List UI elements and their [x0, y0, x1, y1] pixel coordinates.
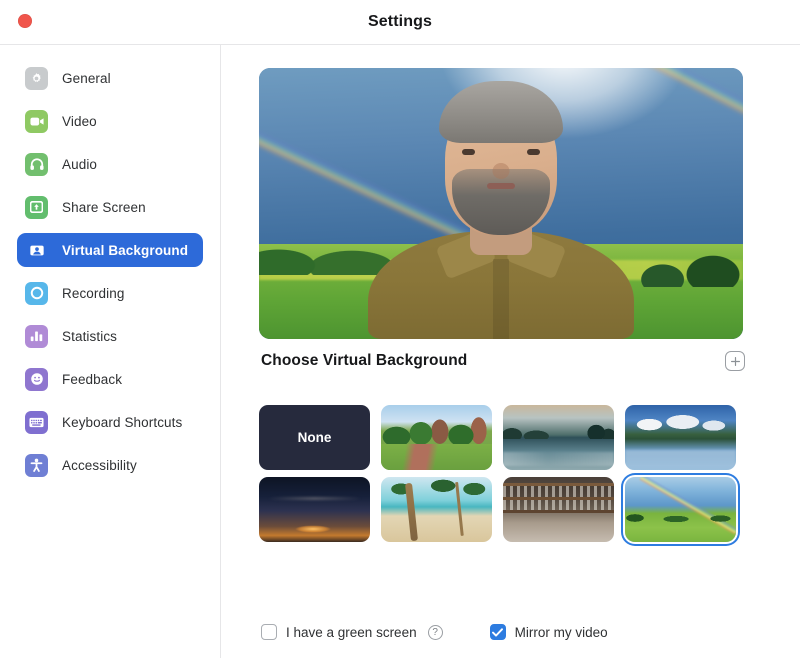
section-header: Choose Virtual Background	[261, 351, 745, 371]
sidebar-item-video[interactable]: Video	[17, 104, 203, 138]
green-screen-checkbox[interactable]	[261, 624, 277, 640]
sidebar-item-label: Keyboard Shortcuts	[62, 414, 183, 430]
plus-icon	[730, 356, 740, 366]
green-screen-option[interactable]: I have a green screen ?	[261, 624, 443, 640]
person-eye-left	[462, 149, 475, 155]
video-preview[interactable]	[259, 68, 743, 339]
green-screen-help-icon[interactable]: ?	[427, 624, 443, 640]
settings-window: Settings General Video Audio Share Screen Vi…	[0, 0, 800, 658]
sidebar-item-label: Share Screen	[62, 199, 146, 215]
sidebar-item-share-screen[interactable]: Share Screen	[17, 190, 203, 224]
sidebar-item-audio[interactable]: Audio	[17, 147, 203, 181]
mirror-video-option[interactable]: Mirror my video	[489, 624, 608, 640]
options-footer: I have a green screen ? Mirror my video	[261, 624, 761, 640]
window-body: General Video Audio Share Screen Virtual Bac…	[0, 44, 800, 658]
video-camera-icon	[25, 109, 48, 133]
preview-trees-right	[629, 225, 743, 287]
sidebar-item-keyboard-shortcuts[interactable]: Keyboard Shortcuts	[17, 405, 203, 439]
feedback-icon	[25, 367, 48, 391]
close-window-button[interactable]	[18, 14, 32, 28]
statistics-icon	[25, 324, 48, 348]
gear-icon	[25, 66, 48, 90]
sidebar-item-label: General	[62, 70, 111, 86]
virtual-background-grid: None	[259, 405, 751, 542]
background-thumbnail-campus[interactable]	[381, 405, 492, 470]
add-background-button[interactable]	[725, 351, 745, 371]
background-thumbnail-rainbow[interactable]	[625, 477, 736, 542]
sidebar-item-label: Statistics	[62, 328, 118, 344]
background-thumbnail-lake[interactable]	[503, 405, 614, 470]
background-thumbnail-beach[interactable]	[381, 477, 492, 542]
virtual-background-icon	[25, 239, 48, 262]
background-thumbnail-bar[interactable]	[503, 477, 614, 542]
mirror-video-label: Mirror my video	[514, 624, 608, 640]
keyboard-icon	[25, 410, 48, 434]
headphones-icon	[25, 152, 48, 176]
window-title: Settings	[368, 13, 432, 30]
sidebar-item-virtual-background[interactable]: Virtual Background	[17, 233, 203, 267]
person-shirt-placket	[493, 259, 509, 339]
title-bar: Settings	[0, 0, 800, 44]
accessibility-icon	[25, 453, 48, 477]
sidebar-item-label: Recording	[62, 285, 125, 301]
sidebar-item-recording[interactable]: Recording	[17, 276, 203, 310]
mirror-video-checkbox[interactable]	[489, 624, 506, 640]
background-thumbnail-dusk[interactable]	[259, 477, 370, 542]
preview-person	[368, 81, 634, 339]
sidebar-item-label: Accessibility	[62, 457, 137, 473]
sidebar-item-general[interactable]: General	[17, 61, 203, 95]
person-nose	[492, 163, 510, 179]
sidebar-item-label: Audio	[62, 156, 98, 172]
sidebar-item-feedback[interactable]: Feedback	[17, 362, 203, 396]
background-thumbnail-none[interactable]: None	[259, 405, 370, 470]
sidebar-item-label: Virtual Background	[62, 242, 189, 258]
section-title: Choose Virtual Background	[261, 352, 468, 369]
person-mouth	[487, 183, 515, 189]
settings-sidebar: General Video Audio Share Screen Virtual Bac…	[0, 44, 221, 658]
sidebar-item-label: Video	[62, 113, 97, 129]
person-eye-right	[527, 149, 540, 155]
sidebar-item-statistics[interactable]: Statistics	[17, 319, 203, 353]
virtual-background-panel: Choose Virtual Background None I have a …	[221, 44, 800, 658]
background-thumbnail-clouds[interactable]	[625, 405, 736, 470]
background-none-label: None	[297, 430, 332, 445]
share-screen-icon	[25, 195, 48, 219]
checkmark-icon	[492, 627, 504, 637]
recording-icon	[25, 281, 48, 305]
sidebar-item-label: Feedback	[62, 371, 123, 387]
sidebar-item-accessibility[interactable]: Accessibility	[17, 448, 203, 482]
green-screen-label: I have a green screen	[286, 624, 417, 640]
